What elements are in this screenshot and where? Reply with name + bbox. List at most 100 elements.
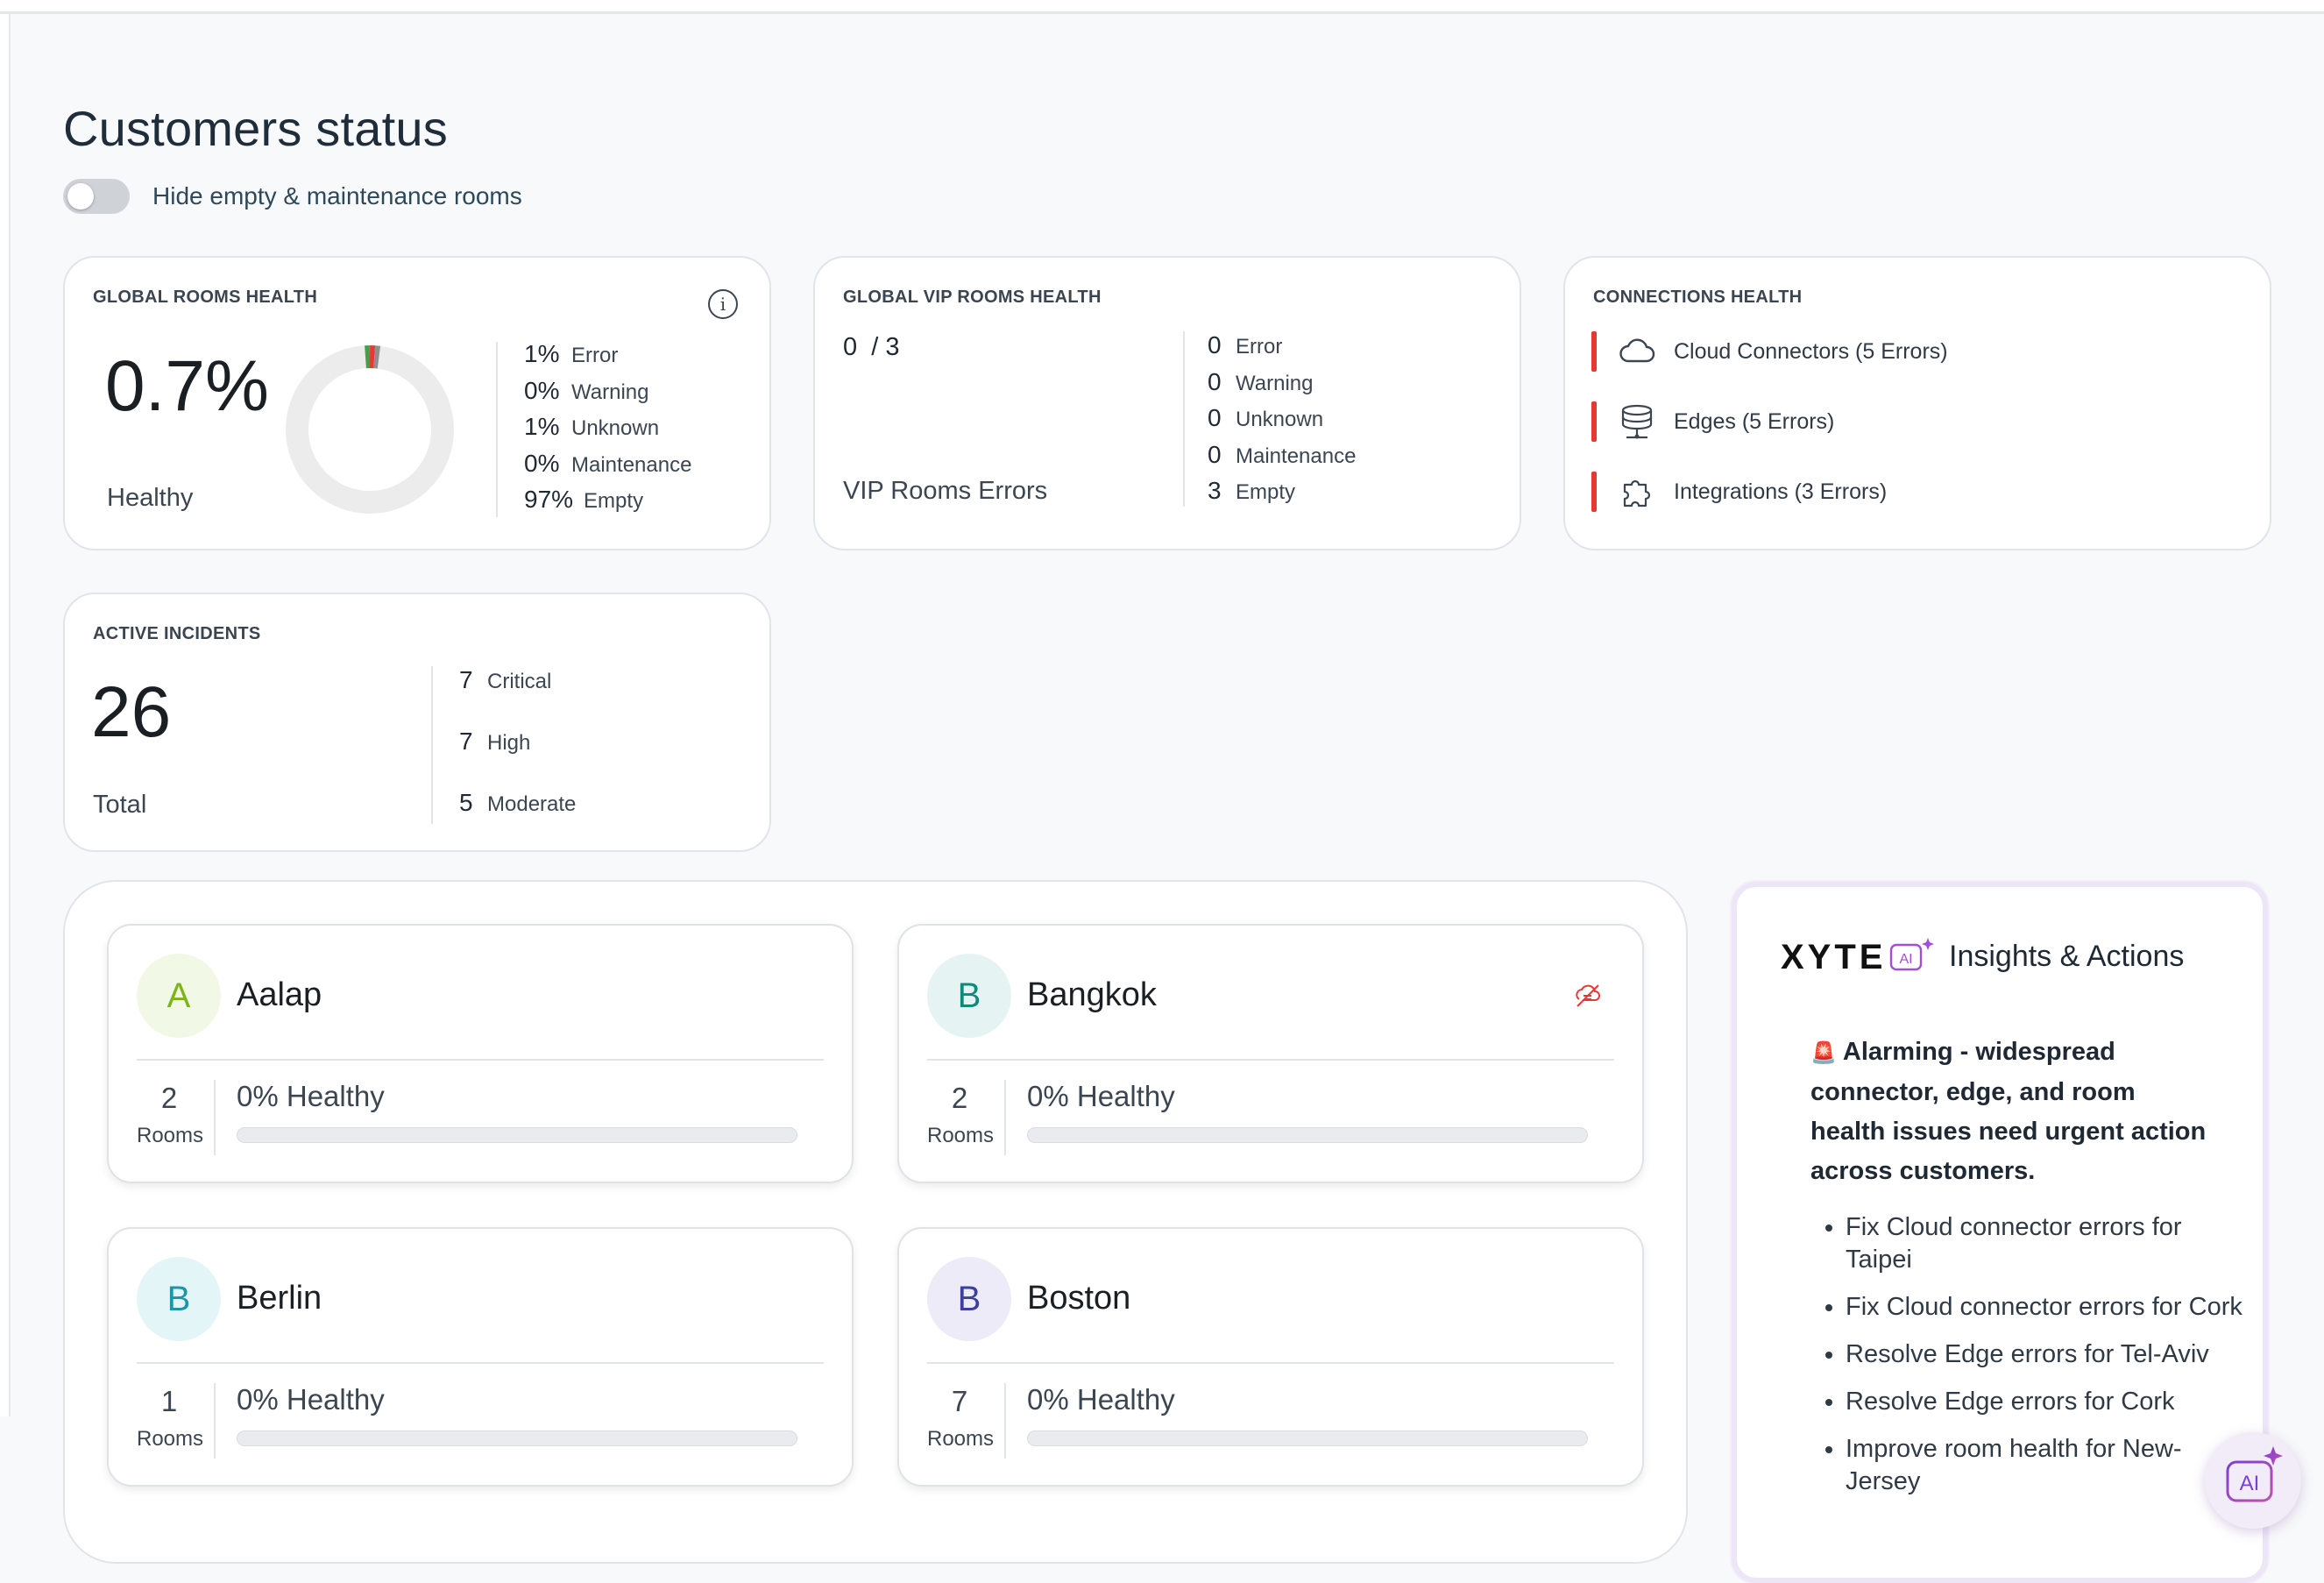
divider <box>214 1383 216 1459</box>
disconnected-alert-icon[interactable] <box>1574 982 1602 1010</box>
divider <box>137 1362 824 1364</box>
customer-name: Bangkok <box>1027 976 1157 1014</box>
stat-value: 0% <box>524 450 561 478</box>
stat-row-error: 0 Error <box>1208 331 1282 359</box>
stat-row-empty: 97% Empty <box>524 486 643 514</box>
avatar: B <box>137 1257 221 1341</box>
avatar: A <box>137 954 221 1038</box>
stat-value: 0 <box>1208 368 1225 396</box>
connection-label: Edges (5 Errors) <box>1674 409 1834 435</box>
error-indicator <box>1591 472 1597 512</box>
ai-badge-icon: AI <box>1889 936 1942 975</box>
divider <box>214 1080 216 1155</box>
stat-value: 1% <box>524 340 561 368</box>
sidebar-edge <box>0 14 11 1416</box>
connection-integrations[interactable]: Integrations (3 Errors) <box>1591 472 1887 512</box>
rooms-count: 2 <box>927 1082 992 1115</box>
card-title: ACTIVE INCIDENTS <box>93 624 260 644</box>
stat-value: 0 <box>1208 404 1225 432</box>
rooms-label: Rooms <box>927 1427 992 1452</box>
insights-alert: 🚨 Alarming - widespread connector, edge,… <box>1810 1033 2214 1191</box>
divider <box>927 1059 1614 1061</box>
customer-card-bangkok[interactable]: B Bangkok 2 Rooms 0% Healthy <box>897 924 1644 1183</box>
stat-value: 7 <box>459 666 477 694</box>
page-title: Customers status <box>63 100 448 157</box>
stat-value: 97% <box>524 486 573 514</box>
health-progress-bar <box>1027 1127 1588 1143</box>
health-progress-bar <box>237 1430 797 1446</box>
stat-row-maintenance: 0 Maintenance <box>1208 441 1356 469</box>
health-text: 0% Healthy <box>237 1080 385 1113</box>
stat-row-error: 1%Error <box>524 340 618 368</box>
stat-value: 5 <box>459 789 477 817</box>
customer-card-aalap[interactable]: A Aalap 2 Rooms 0% Healthy <box>107 924 854 1183</box>
action-item[interactable]: Resolve Edge errors for Cork <box>1846 1386 2249 1418</box>
rooms-count: 7 <box>927 1385 992 1418</box>
xyte-logo: XYTE <box>1781 938 1886 977</box>
stat-value: 0 <box>1208 441 1225 469</box>
active-incidents-card[interactable]: ACTIVE INCIDENTS 26 Total 7 Critical 7 High… <box>63 593 771 852</box>
divider <box>137 1059 824 1061</box>
stat-row-maintenance: 0%Maintenance <box>524 450 691 478</box>
total-label: Total <box>93 791 146 820</box>
stat-row-empty: 3Empty <box>1208 477 1295 505</box>
stat-label: Error <box>1236 335 1282 359</box>
donut-segment-unknown <box>374 357 379 358</box>
customer-name: Berlin <box>237 1280 322 1317</box>
insights-title: Insights & Actions <box>1949 940 2184 974</box>
card-title: CONNECTIONS HEALTH <box>1593 287 1802 308</box>
global-rooms-health-card: GLOBAL ROOMS HEALTH i 0.7% Healthy 1%Err… <box>63 256 771 550</box>
healthy-percentage: 0.7% <box>105 345 269 428</box>
action-item[interactable]: Improve room health for New-Jersey <box>1846 1433 2249 1498</box>
error-indicator <box>1591 331 1597 372</box>
stat-row-moderate: 5Moderate <box>459 789 576 817</box>
divider <box>496 342 498 517</box>
healthy-label: Healthy <box>107 484 193 513</box>
stat-label: Warning <box>1236 372 1313 396</box>
rooms-count: 2 <box>137 1082 202 1115</box>
toggle-label: Hide empty & maintenance rooms <box>152 182 522 210</box>
action-item[interactable]: Resolve Edge errors for Tel-Aviv <box>1846 1338 2249 1371</box>
customer-name: Boston <box>1027 1280 1130 1317</box>
connection-cloud-connectors[interactable]: Cloud Connectors (5 Errors) <box>1591 331 1948 372</box>
cloud-icon <box>1618 332 1656 371</box>
stat-value: 0 <box>1208 331 1225 359</box>
alarm-icon: 🚨 <box>1810 1041 1837 1065</box>
customer-name: Aalap <box>237 976 322 1014</box>
top-bar-edge <box>0 0 2324 14</box>
stat-label: Maintenance <box>1236 444 1356 469</box>
rooms-label: Rooms <box>137 1124 202 1148</box>
health-progress-bar <box>237 1127 797 1143</box>
server-icon <box>1618 402 1656 441</box>
incidents-total: 26 <box>91 671 171 754</box>
puzzle-icon <box>1618 472 1656 511</box>
stat-label: Unknown <box>571 416 659 441</box>
stat-label: Warning <box>571 380 648 405</box>
ai-sparkle-icon: AI <box>2205 1432 2301 1529</box>
card-title: GLOBAL VIP ROOMS HEALTH <box>843 287 1102 308</box>
card-title: GLOBAL ROOMS HEALTH <box>93 287 317 308</box>
stat-label: Empty <box>584 489 643 514</box>
avatar: B <box>927 954 1011 1038</box>
stat-row-warning: 0 Warning <box>1208 368 1313 396</box>
toggle-knob <box>67 183 94 209</box>
info-icon[interactable]: i <box>708 289 738 319</box>
rooms-label: Rooms <box>927 1124 992 1148</box>
hide-empty-toggle[interactable] <box>63 179 130 214</box>
stat-row-unknown: 1%Unknown <box>524 413 659 441</box>
rooms-label: Rooms <box>137 1427 202 1452</box>
customer-card-berlin[interactable]: BBerlin1Rooms0% Healthy <box>107 1227 854 1487</box>
stat-label: High <box>487 731 530 756</box>
stat-row-unknown: 0Unknown <box>1208 404 1323 432</box>
action-item[interactable]: Fix Cloud connector errors for Taipei <box>1846 1211 2249 1276</box>
stat-label: Critical <box>487 670 551 694</box>
customer-card-boston[interactable]: BBoston7Rooms0% Healthy <box>897 1227 1644 1487</box>
connection-edges[interactable]: Edges (5 Errors) <box>1591 401 1834 442</box>
stat-row-critical: 7 Critical <box>459 666 551 694</box>
rooms-count: 1 <box>137 1385 202 1418</box>
stat-value: 7 <box>459 728 477 756</box>
ai-assistant-button[interactable]: AI <box>2205 1432 2301 1529</box>
health-text: 0% Healthy <box>1027 1080 1175 1113</box>
stat-value: 0% <box>524 377 561 405</box>
action-item[interactable]: Fix Cloud connector errors for Cork <box>1846 1291 2249 1324</box>
